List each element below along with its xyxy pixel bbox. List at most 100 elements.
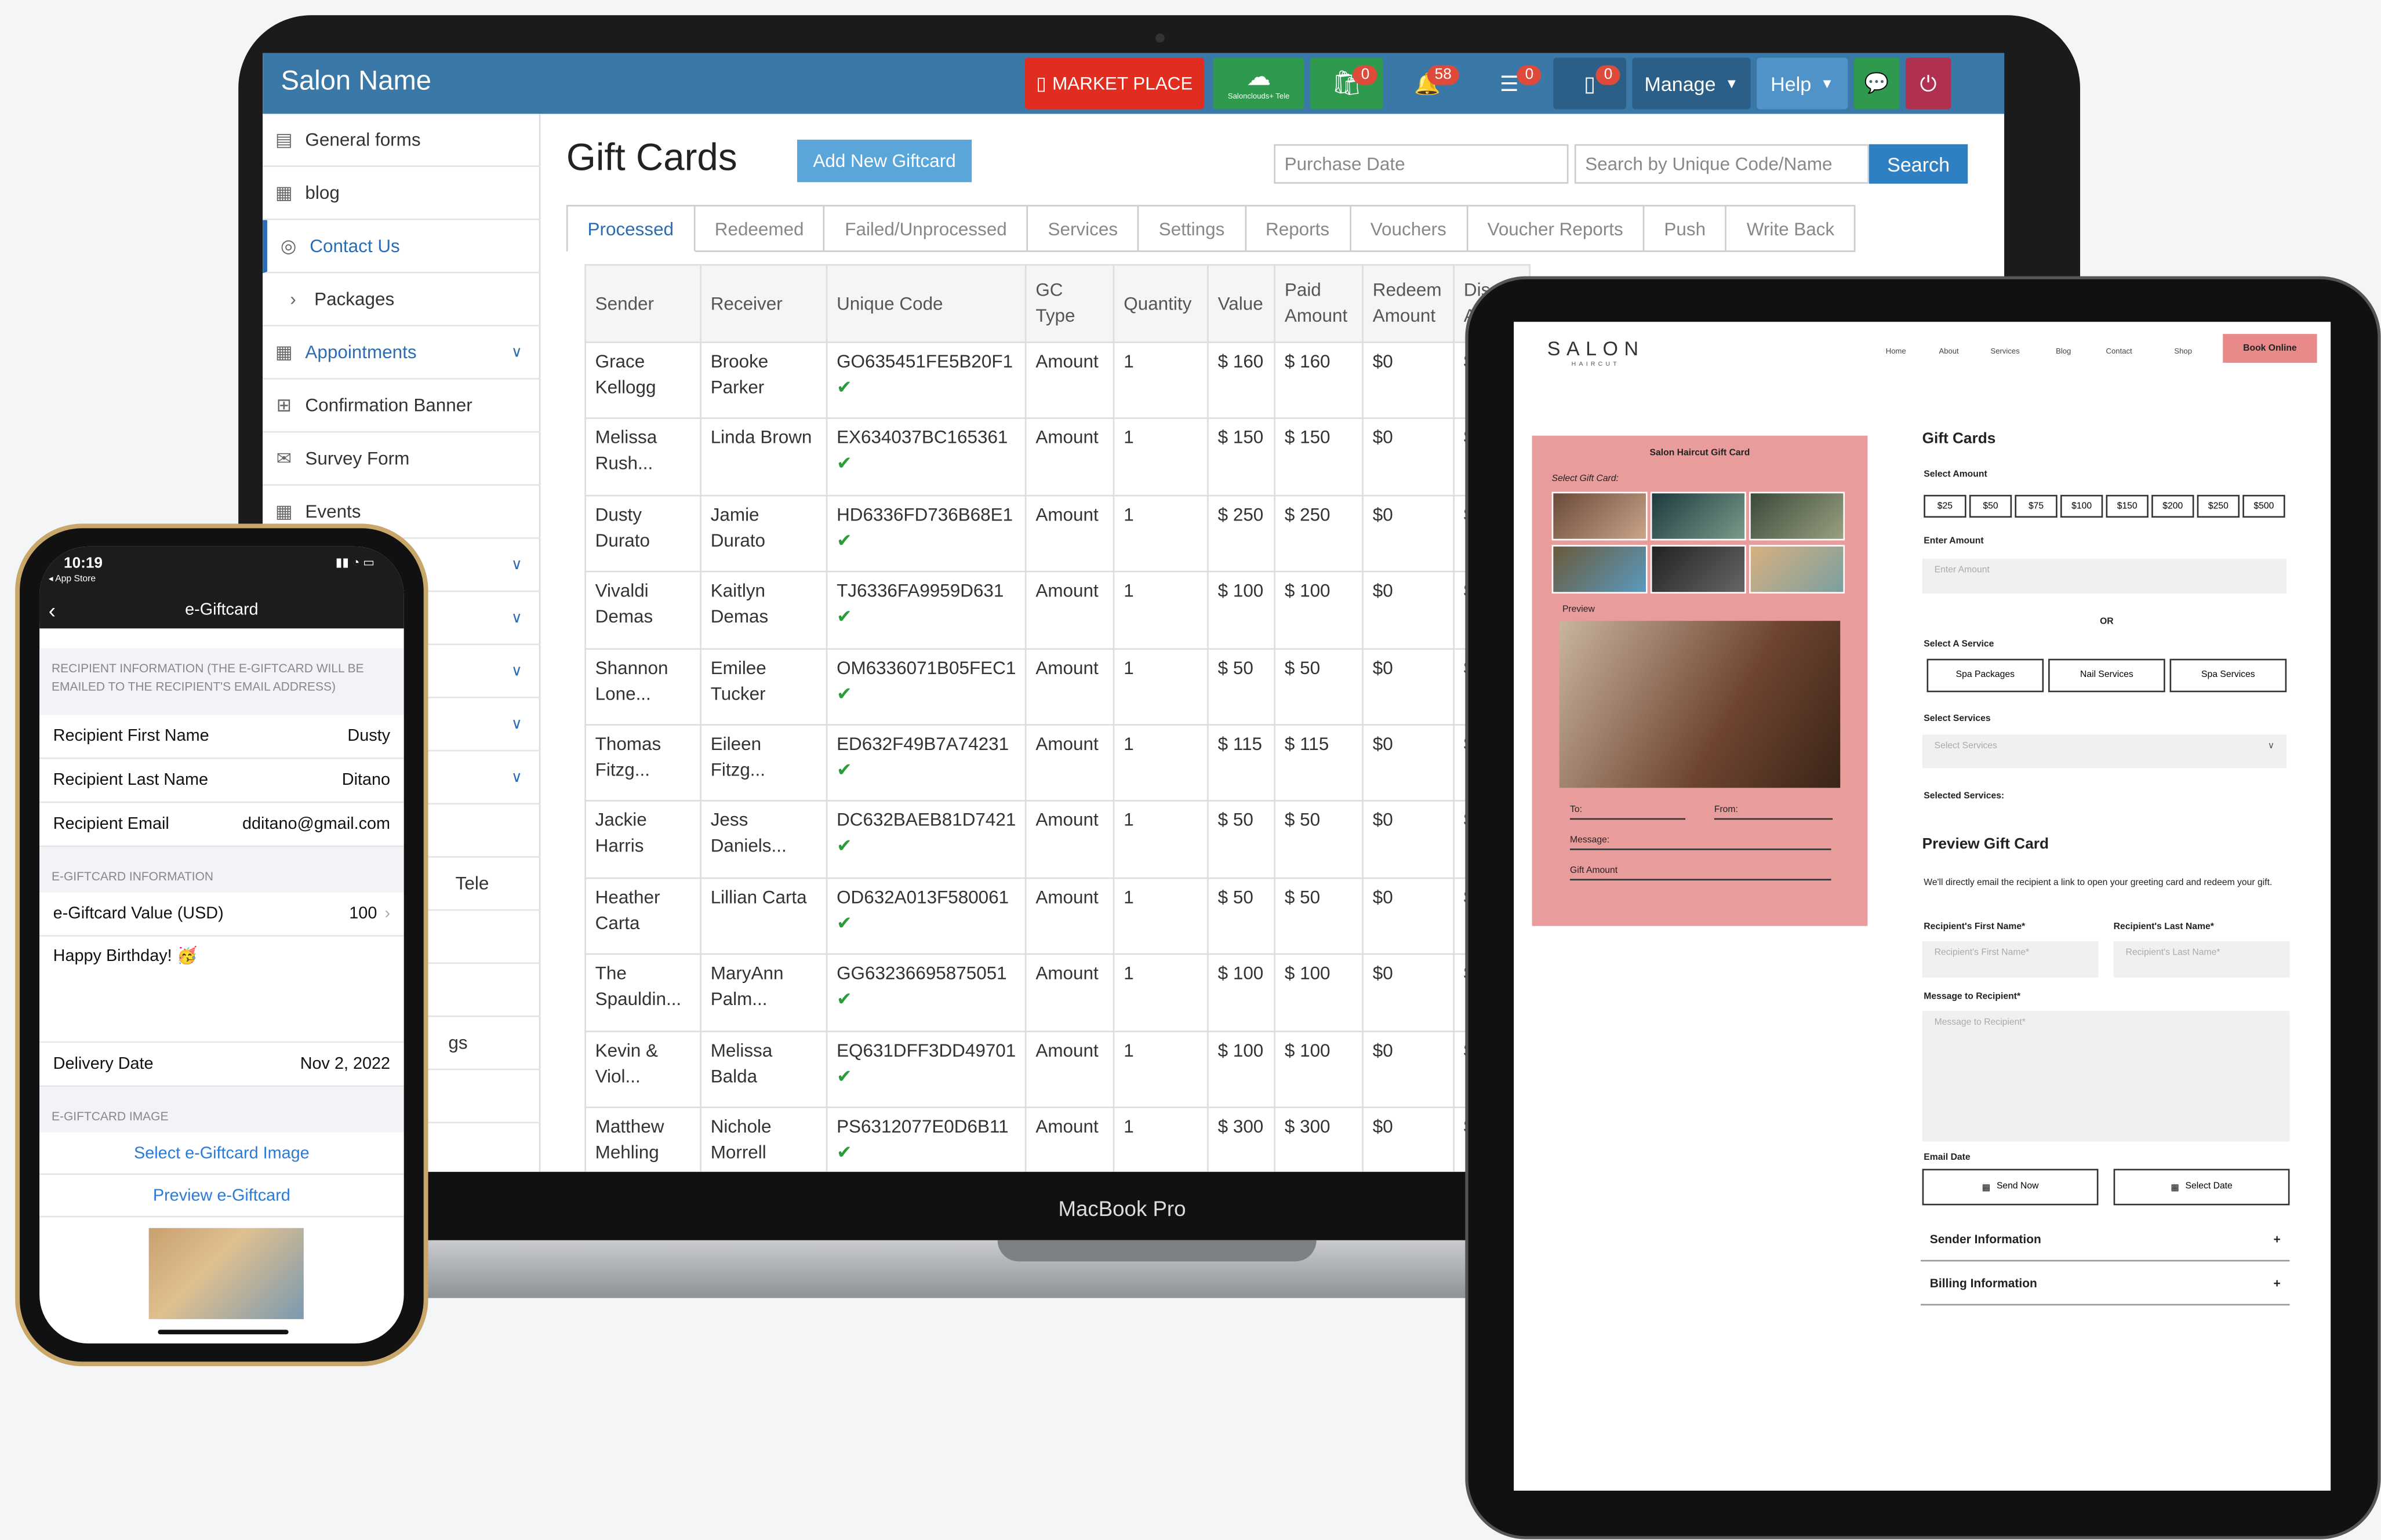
sidebar-item-contact-us[interactable]: ◎ Contact Us (263, 220, 541, 274)
notifications-button[interactable]: 🔔 58 (1389, 57, 1466, 110)
list-button[interactable]: ☰ 0 (1471, 57, 1547, 110)
table-cell: $ 50 (1274, 800, 1364, 879)
sidebar-item-appointments[interactable]: ▦ Appointments ∨ (263, 326, 541, 380)
table-row[interactable]: Jackie Harris Jess Daniels... DC632BAEB81D… (584, 800, 1531, 879)
tab-vouchers[interactable]: Vouchers (1350, 205, 1468, 252)
tab-services[interactable]: Services (1028, 205, 1139, 252)
tab-failed[interactable]: Failed/Unprocessed (825, 205, 1028, 252)
tablet-screen: SALON HAIRCUT Home About Services Blog C… (1514, 322, 2331, 1491)
table-row[interactable]: Shannon Lone... Emilee Tucker OM6336071B05… (584, 647, 1531, 726)
nav-home[interactable]: Home (1886, 348, 1906, 357)
tab-settings[interactable]: Settings (1139, 205, 1246, 252)
recipient-last-name-input[interactable]: Recipient's Last Name* (2113, 941, 2290, 978)
message-textarea[interactable]: Message to Recipient* (1922, 1011, 2290, 1142)
table-row[interactable]: The Spauldin... MaryAnn Palm... GG63236695… (584, 953, 1531, 1032)
message-field[interactable]: Happy Birthday! 🥳 (39, 936, 404, 1043)
recipient-first-name-row[interactable]: Recipient First Name Dusty (39, 715, 404, 759)
purchase-date-input[interactable]: Purchase Date (1274, 144, 1569, 184)
chat-button[interactable]: 💬 (1853, 57, 1900, 110)
select-services-dropdown[interactable]: Select Services ∨ (1922, 734, 2287, 769)
col-gc-type[interactable]: GC Type (1025, 264, 1115, 343)
tab-redeemed[interactable]: Redeemed (695, 205, 826, 252)
table-row[interactable]: Thomas Fitzg... Eileen Fitzg... ED632F49B7… (584, 724, 1531, 802)
amount-option[interactable]: $150 (2106, 494, 2149, 518)
card-thumb[interactable] (1749, 545, 1845, 594)
col-quantity[interactable]: Quantity (1113, 264, 1209, 343)
recipient-first-name-input[interactable]: Recipient's First Name* (1922, 941, 2099, 978)
col-redeem[interactable]: Redeem Amount (1362, 264, 1455, 343)
service-spa[interactable]: Spa Services (2169, 658, 2287, 693)
nav-services[interactable]: Services (1991, 348, 2020, 357)
tab-processed[interactable]: Processed (566, 205, 695, 252)
col-sender[interactable]: Sender (584, 264, 701, 343)
saloncloud-button[interactable]: ☁ Salonclouds+ Tele (1213, 57, 1304, 110)
sidebar-item-blog[interactable]: ▦ blog (263, 167, 541, 220)
table-cell: Emilee Tucker (700, 647, 828, 726)
card-thumb[interactable] (1551, 545, 1648, 594)
card-thumb[interactable] (1650, 492, 1746, 541)
send-now-button[interactable]: ▦ Send Now (1922, 1168, 2099, 1206)
col-paid[interactable]: Paid Amount (1274, 264, 1364, 343)
add-giftcard-button[interactable]: Add New Giftcard (797, 139, 972, 183)
col-unique-code[interactable]: Unique Code (826, 264, 1027, 343)
amount-option[interactable]: $25 (1924, 494, 1966, 518)
amount-option[interactable]: $100 (2060, 494, 2103, 518)
card-thumb[interactable] (1650, 545, 1746, 594)
recipient-email-row[interactable]: Recipient Email dditano@gmail.com (39, 803, 404, 847)
nav-contact[interactable]: Contact (2106, 348, 2132, 357)
tab-write-back[interactable]: Write Back (1726, 205, 1856, 252)
col-receiver[interactable]: Receiver (700, 264, 828, 343)
amount-option[interactable]: $50 (1969, 494, 2012, 518)
sidebar-item-packages[interactable]: › Packages (263, 273, 541, 327)
table-cell: 1 (1113, 1030, 1209, 1108)
table-row[interactable]: Heather Carta Lillian Carta OD632A013F5800… (584, 877, 1531, 955)
amount-option[interactable]: $200 (2151, 494, 2194, 518)
billing-information-accordion[interactable]: Billing Information + (1921, 1263, 2290, 1306)
table-row[interactable]: Matthew Mehling Nichole Morrell PS6312077E… (584, 1106, 1531, 1172)
help-menu[interactable]: Help ▼ (1757, 57, 1848, 110)
card-thumb[interactable] (1551, 492, 1648, 541)
recipient-last-name-row[interactable]: Recipient Last Name Ditano (39, 759, 404, 803)
table-row[interactable]: Vivaldi Demas Kaitlyn Demas TJ6336FA9959D6… (584, 571, 1531, 649)
book-online-button[interactable]: Book Online (2223, 334, 2317, 363)
market-place-button[interactable]: ▯ MARKET PLACE (1024, 57, 1204, 110)
chevron-left-icon[interactable]: ‹ (49, 592, 56, 628)
enter-amount-input[interactable]: Enter Amount (1922, 558, 2287, 594)
service-nail[interactable]: Nail Services (2048, 658, 2165, 693)
col-value[interactable]: Value (1207, 264, 1276, 343)
amount-option[interactable]: $500 (2242, 494, 2285, 518)
card-thumb[interactable] (1749, 492, 1845, 541)
amount-option[interactable]: $250 (2197, 494, 2240, 518)
last-name-label: Recipient's Last Name* (2113, 923, 2214, 933)
bag-button[interactable]: 🛍 0 (1310, 57, 1383, 110)
giftcard-value-row[interactable]: e-Giftcard Value (USD) 100 › (39, 892, 404, 937)
search-input[interactable]: Search by Unique Code/Name (1574, 144, 1869, 184)
nav-shop[interactable]: Shop (2174, 348, 2192, 357)
sidebar-item-confirmation-banner[interactable]: ⊞ Confirmation Banner (263, 380, 541, 433)
tab-voucher-reports[interactable]: Voucher Reports (1467, 205, 1645, 252)
table-cell: Thomas Fitzg... (584, 724, 701, 802)
tab-push[interactable]: Push (1644, 205, 1727, 252)
service-spa-packages[interactable]: Spa Packages (1926, 658, 2044, 693)
table-row[interactable]: Melissa Rush... Linda Brown EX634037BC1653… (584, 418, 1531, 496)
sender-information-accordion[interactable]: Sender Information + (1921, 1219, 2290, 1262)
salon-logo[interactable]: SALON (1547, 337, 1645, 359)
select-giftcard-image-button[interactable]: Select e-Giftcard Image (39, 1132, 404, 1175)
delivery-date-row[interactable]: Delivery Date Nov 2, 2022 (39, 1043, 404, 1087)
search-button[interactable]: Search (1869, 144, 1968, 184)
phone-button[interactable]: ▯ 0 (1553, 57, 1626, 110)
table-row[interactable]: Grace Kellogg Brooke Parker GO635451FE5B20… (584, 341, 1531, 420)
tab-reports[interactable]: Reports (1245, 205, 1351, 252)
back-to-app-store[interactable]: ◂ App Store (49, 574, 96, 585)
power-button[interactable]: ⏻ (1905, 57, 1951, 110)
amount-option[interactable]: $75 (2015, 494, 2058, 518)
table-row[interactable]: Kevin & Viol... Melissa Balda EQ631DFF3DD4… (584, 1030, 1531, 1108)
select-date-button[interactable]: ▦ Select Date (2113, 1168, 2290, 1206)
nav-about[interactable]: About (1939, 348, 1958, 357)
preview-giftcard-button[interactable]: Preview e-Giftcard (39, 1175, 404, 1218)
table-row[interactable]: Dusty Durato Jamie Durato HD6336FD736B68E1… (584, 494, 1531, 573)
manage-menu[interactable]: Manage ▼ (1632, 57, 1751, 110)
nav-blog[interactable]: Blog (2056, 348, 2071, 357)
sidebar-item-survey-form[interactable]: ✉ Survey Form (263, 432, 541, 486)
sidebar-item-general-forms[interactable]: ▤ General forms (263, 114, 541, 168)
